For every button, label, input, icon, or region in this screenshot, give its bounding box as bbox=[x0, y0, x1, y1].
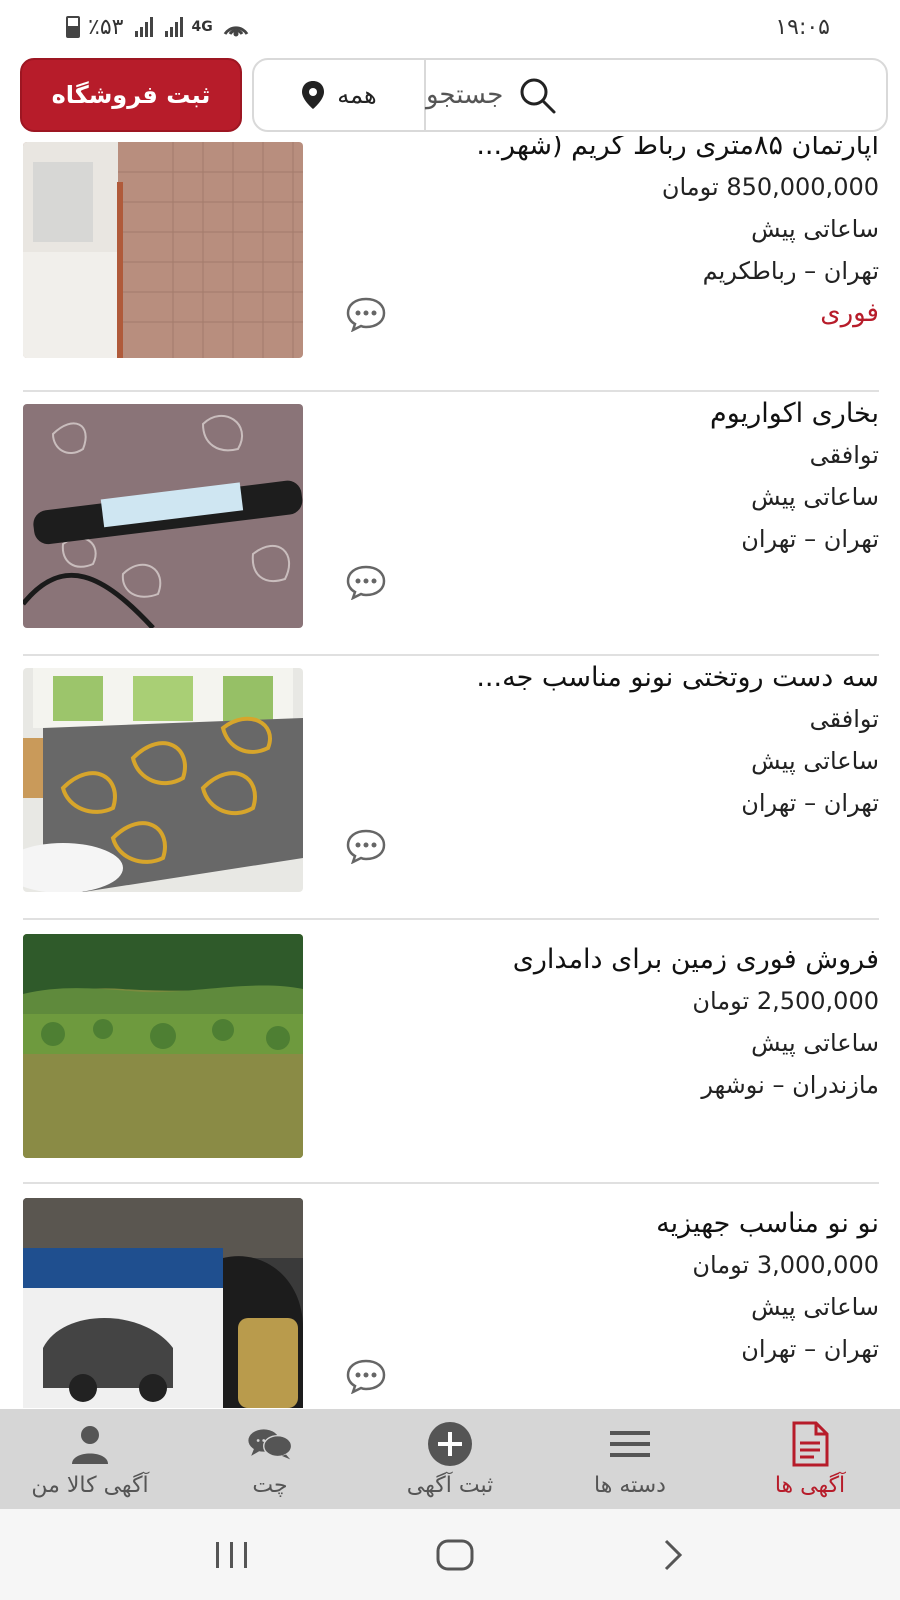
listing-title: سه دست روتختی نونو مناسب جه... bbox=[476, 662, 879, 693]
chat-icon[interactable] bbox=[345, 564, 387, 600]
listing-info: سه دست روتختی نونو مناسب جه... توافقی سا… bbox=[359, 658, 879, 824]
nav-post-ad[interactable]: ثبت آگهی bbox=[360, 1409, 540, 1509]
chat-icon[interactable] bbox=[345, 828, 387, 864]
listing-location: تهران – رباطکریم bbox=[702, 257, 879, 285]
nav-my-ads-label: آگهی کالا من bbox=[31, 1472, 149, 1498]
listing-title: فروش فوری زمین برای دامداری bbox=[512, 944, 879, 975]
chat-icon[interactable] bbox=[345, 296, 387, 332]
nav-ads-label: آگهی ها bbox=[774, 1472, 846, 1498]
listing-thumbnail bbox=[23, 404, 303, 628]
listing-info: آپارتمان ۸۵متری رباط کریم (شهر... 850,00… bbox=[359, 136, 879, 334]
status-bar: ٪۵۳ 4G ۱۹:۰۵ bbox=[0, 0, 900, 54]
clock: ۱۹:۰۵ bbox=[775, 14, 830, 40]
search-input[interactable]: جستجو bbox=[426, 60, 886, 130]
plus-circle-icon bbox=[427, 1421, 473, 1467]
listing-price: 850,000,000 تومان bbox=[661, 173, 879, 201]
urgent-badge: فوری bbox=[820, 298, 879, 328]
city-selector[interactable]: همه bbox=[254, 60, 426, 130]
listing-price: 3,000,000 تومان bbox=[692, 1251, 879, 1279]
listing-location: مازندران – نوشهر bbox=[701, 1071, 879, 1099]
nav-my-ads[interactable]: آگهی کالا من bbox=[0, 1409, 180, 1509]
recent-apps-icon[interactable] bbox=[212, 1540, 252, 1570]
listing-info: بخاری اکواریوم توافقی ساعاتی پیش تهران –… bbox=[359, 394, 879, 560]
listing-price: 2,500,000 تومان bbox=[692, 987, 879, 1015]
nav-chat[interactable]: چت bbox=[180, 1409, 360, 1509]
signal-icon bbox=[165, 17, 184, 37]
listing-info: فروش فوری زمین برای دامداری 2,500,000 تو… bbox=[359, 940, 879, 1106]
divider bbox=[23, 1182, 879, 1184]
listing-time: ساعاتی پیش bbox=[751, 1029, 879, 1057]
listing-thumbnail bbox=[23, 668, 303, 892]
location-pin-icon bbox=[302, 81, 325, 109]
search-bar: همه جستجو bbox=[252, 58, 888, 132]
listing-item[interactable]: آپارتمان ۸۵متری رباط کریم (شهر... 850,00… bbox=[23, 136, 879, 360]
listing-item[interactable]: سه دست روتختی نونو مناسب جه... توافقی سا… bbox=[23, 662, 879, 892]
system-navigation bbox=[0, 1509, 900, 1600]
register-store-button[interactable]: ثبت فروشگاه bbox=[20, 58, 242, 132]
nav-categories[interactable]: دسته ها bbox=[540, 1409, 720, 1509]
listing-price: توافقی bbox=[809, 441, 879, 469]
nav-chat-label: چت bbox=[252, 1472, 288, 1498]
home-icon[interactable] bbox=[435, 1538, 475, 1572]
listing-item[interactable]: فروش فوری زمین برای دامداری 2,500,000 تو… bbox=[23, 934, 879, 1158]
bottom-navigation: آگهی ها دسته ها ثبت آگهی چت آگهی کالا من bbox=[0, 1409, 900, 1509]
listing-info: نو نو مناسب جهیزیه 3,000,000 تومان ساعات… bbox=[359, 1204, 879, 1370]
user-icon bbox=[67, 1421, 113, 1467]
network-type: 4G bbox=[191, 19, 213, 35]
divider bbox=[23, 654, 879, 656]
listing-thumbnail bbox=[23, 1198, 303, 1408]
listing-location: تهران – تهران bbox=[741, 525, 879, 553]
listing-item[interactable]: بخاری اکواریوم توافقی ساعاتی پیش تهران –… bbox=[23, 398, 879, 628]
listing-time: ساعاتی پیش bbox=[751, 215, 879, 243]
nav-categories-label: دسته ها bbox=[594, 1472, 666, 1498]
listing-time: ساعاتی پیش bbox=[751, 483, 879, 511]
divider bbox=[23, 918, 879, 920]
back-icon[interactable] bbox=[658, 1538, 688, 1572]
status-indicators: ٪۵۳ 4G bbox=[66, 15, 251, 40]
menu-icon bbox=[607, 1421, 653, 1467]
search-placeholder: جستجو bbox=[426, 80, 504, 110]
search-icon bbox=[520, 78, 556, 114]
listing-time: ساعاتی پیش bbox=[751, 747, 879, 775]
chat-bubbles-icon bbox=[247, 1421, 293, 1467]
listing-title: نو نو مناسب جهیزیه bbox=[656, 1208, 879, 1239]
battery-icon bbox=[66, 16, 80, 38]
battery-level: ٪۵۳ bbox=[88, 14, 124, 40]
chat-icon[interactable] bbox=[345, 1358, 387, 1394]
listing-title: بخاری اکواریوم bbox=[710, 398, 879, 429]
document-icon bbox=[787, 1421, 833, 1467]
listing-thumbnail bbox=[23, 142, 303, 358]
listing-feed: آپارتمان ۸۵متری رباط کریم (شهر... 850,00… bbox=[0, 136, 900, 1408]
listing-item[interactable]: نو نو مناسب جهیزیه 3,000,000 تومان ساعات… bbox=[23, 1198, 879, 1408]
signal-icon bbox=[135, 17, 154, 37]
listing-price: توافقی bbox=[809, 705, 879, 733]
listing-location: تهران – تهران bbox=[741, 1335, 879, 1363]
listing-title: آپارتمان ۸۵متری رباط کریم (شهر... bbox=[476, 136, 879, 161]
listing-location: تهران – تهران bbox=[741, 789, 879, 817]
top-bar: ثبت فروشگاه همه جستجو bbox=[20, 58, 888, 132]
listing-thumbnail bbox=[23, 934, 303, 1158]
city-label: همه bbox=[337, 81, 377, 109]
listing-time: ساعاتی پیش bbox=[751, 1293, 879, 1321]
nav-ads[interactable]: آگهی ها bbox=[720, 1409, 900, 1509]
divider bbox=[23, 390, 879, 392]
nav-post-ad-label: ثبت آگهی bbox=[406, 1472, 494, 1498]
hotspot-icon bbox=[223, 26, 248, 37]
